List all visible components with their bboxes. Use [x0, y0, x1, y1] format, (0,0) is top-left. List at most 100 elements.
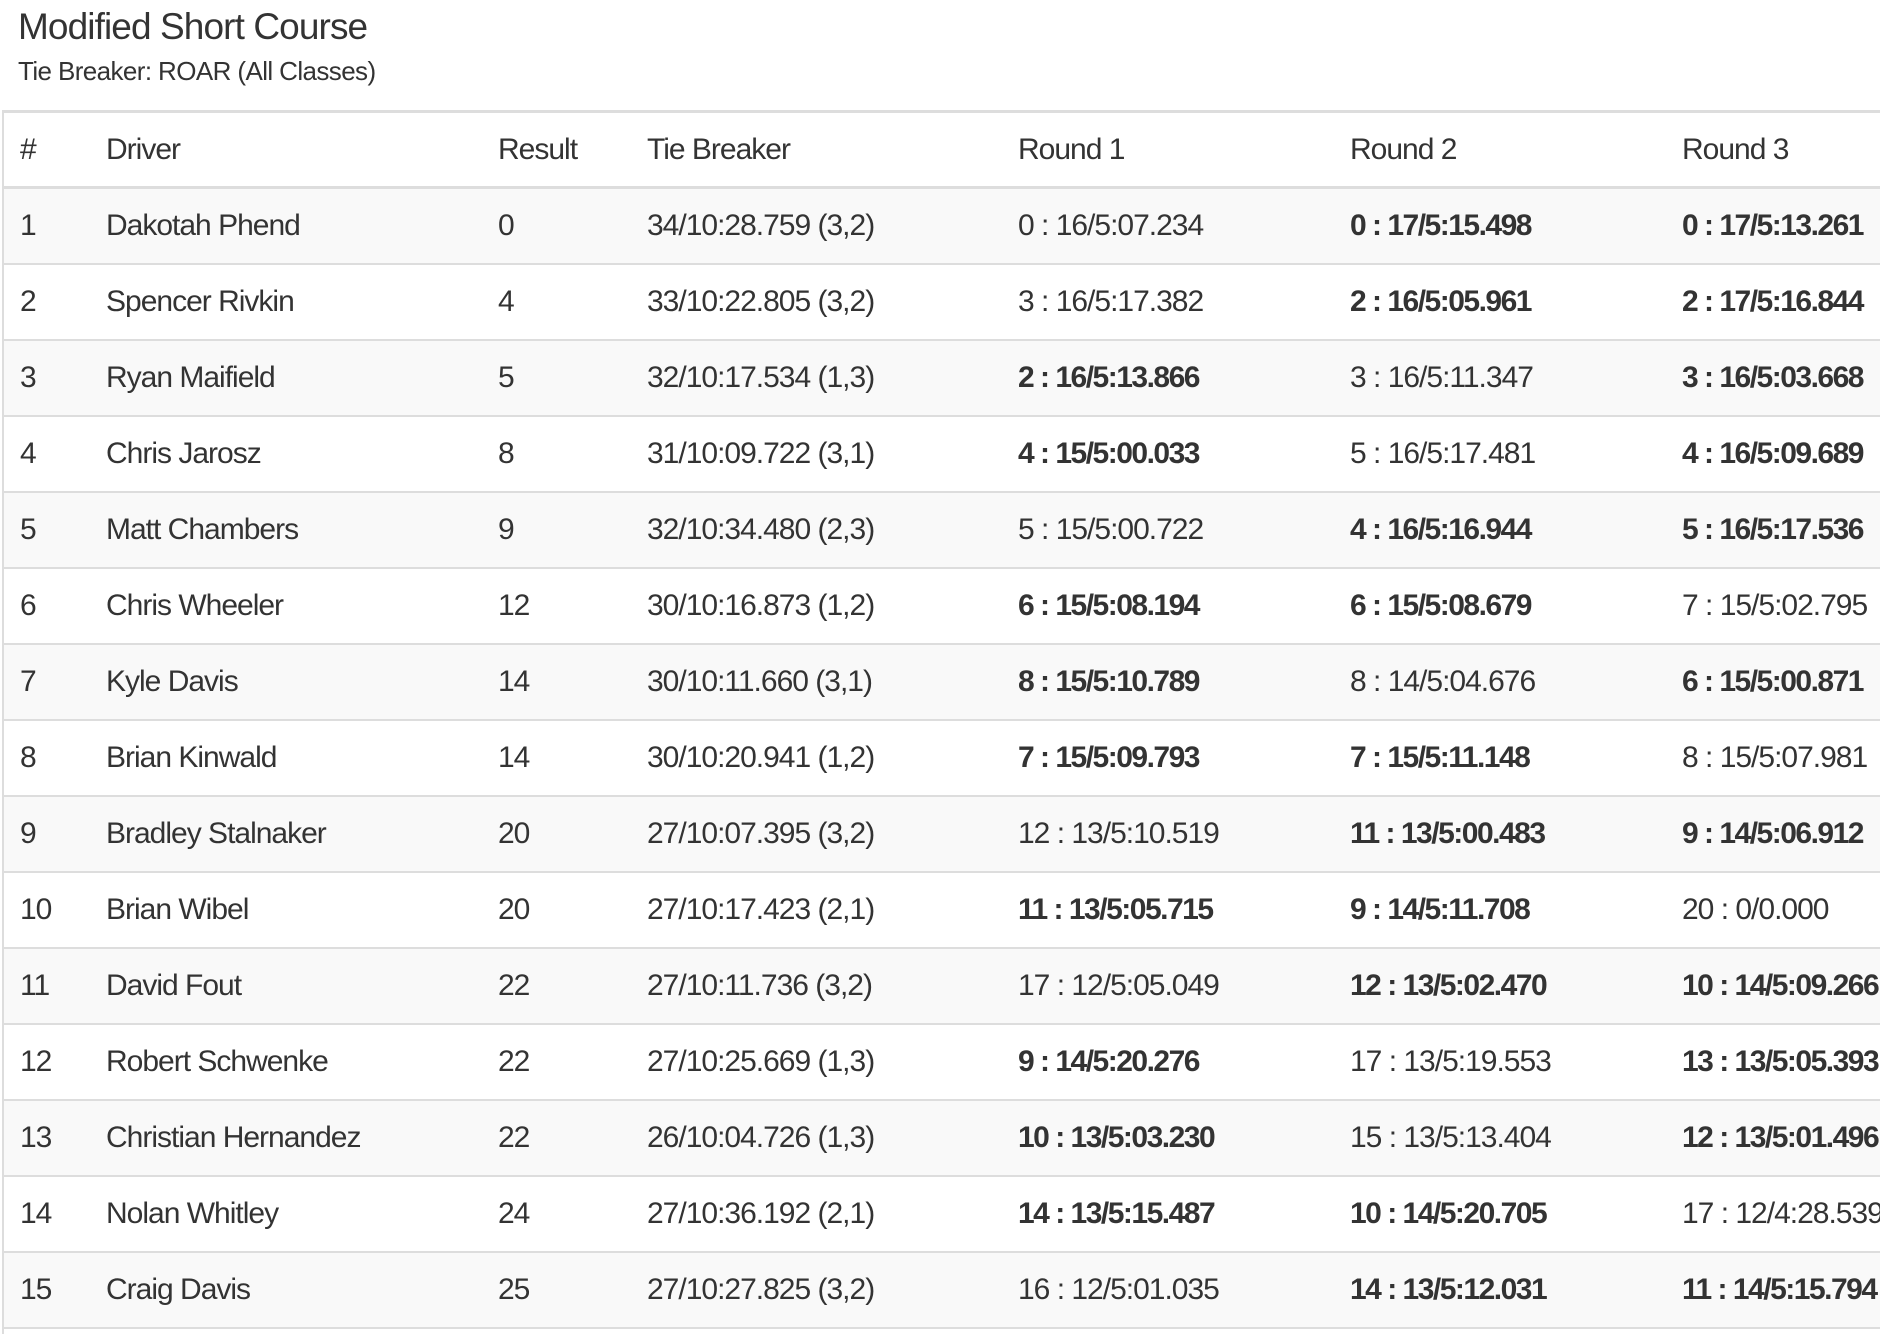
cell-round-2: 4 : 16/5:16.944: [1350, 512, 1532, 546]
table-row: 12 Robert Schwenke 22 27/10:25.669 (1,3) 9 :…: [4, 1023, 1880, 1100]
table-row: 11 David Fout 22 27/10:11.736 (3,2) 17 : 12/…: [4, 947, 1880, 1024]
cell-round-1: 10 : 13/5:03.230: [1018, 1120, 1216, 1154]
cell-position: 13: [20, 1120, 52, 1154]
cell-driver: Chris Wheeler: [106, 588, 284, 622]
cell-result: 25: [498, 1272, 530, 1306]
table-row: 7 Kyle Davis 14 30/10:11.660 (3,1) 8 : 15/5:…: [4, 643, 1880, 720]
cell-round-3: 20 : 0/0.000: [1682, 892, 1829, 926]
tie-breaker-subtitle: Tie Breaker: ROAR (All Classes): [18, 56, 376, 86]
cell-round-3: 6 : 15/5:00.871: [1682, 664, 1864, 698]
cell-result: 4: [498, 284, 515, 318]
cell-round-1: 2 : 16/5:13.866: [1018, 360, 1200, 394]
cell-driver: Ryan Maifield: [106, 360, 276, 394]
column-header-position: #: [20, 132, 37, 166]
cell-driver: Matt Chambers: [106, 512, 299, 546]
cell-round-2: 9 : 14/5:11.708: [1350, 892, 1531, 926]
table-body: 1 Dakotah Phend 0 34/10:28.759 (3,2) 0 : 16/…: [4, 187, 1880, 1328]
cell-position: 5: [20, 512, 37, 546]
cell-round-3: 12 : 13/5:01.496: [1682, 1120, 1880, 1154]
cell-tie-breaker: 32/10:17.534 (1,3): [647, 360, 875, 394]
table-row: 15 Craig Davis 25 27/10:27.825 (3,2) 16 : 12…: [4, 1251, 1880, 1328]
cell-result: 9: [498, 512, 515, 546]
cell-round-3: 9 : 14/5:06.912: [1682, 816, 1864, 850]
column-header-round-2: Round 2: [1350, 132, 1457, 166]
cell-round-1: 11 : 13/5:05.715: [1018, 892, 1214, 926]
cell-round-3: 13 : 13/5:05.393: [1682, 1044, 1880, 1078]
cell-round-1: 8 : 15/5:10.789: [1018, 664, 1200, 698]
cell-result: 22: [498, 968, 530, 1002]
cell-tie-breaker: 27/10:36.192 (2,1): [647, 1196, 875, 1230]
table-row: 6 Chris Wheeler 12 30/10:16.873 (1,2) 6 : 15…: [4, 567, 1880, 644]
table-row: 5 Matt Chambers 9 32/10:34.480 (2,3) 5 : 15/…: [4, 491, 1880, 568]
cell-position: 15: [20, 1272, 52, 1306]
column-header-result: Result: [498, 132, 578, 166]
cell-round-3: 11 : 14/5:15.794: [1682, 1272, 1878, 1306]
cell-tie-breaker: 30/10:11.660 (3,1): [647, 664, 873, 698]
cell-tie-breaker: 27/10:17.423 (2,1): [647, 892, 875, 926]
cell-position: 4: [20, 436, 37, 470]
cell-tie-breaker: 27/10:25.669 (1,3): [647, 1044, 875, 1078]
cell-round-2: 17 : 13/5:19.553: [1350, 1044, 1552, 1078]
cell-driver: Chris Jarosz: [106, 436, 262, 470]
cell-result: 5: [498, 360, 515, 394]
cell-round-1: 4 : 15/5:00.033: [1018, 436, 1200, 470]
table-header: # Driver Result Tie Breaker Round 1 Roun…: [4, 111, 1880, 188]
cell-round-1: 5 : 15/5:00.722: [1018, 512, 1204, 546]
cell-tie-breaker: 27/10:11.736 (3,2): [647, 968, 873, 1002]
table-row: 1 Dakotah Phend 0 34/10:28.759 (3,2) 0 : 16/…: [4, 187, 1880, 264]
cell-driver: David Fout: [106, 968, 242, 1002]
cell-tie-breaker: 26/10:04.726 (1,3): [647, 1120, 875, 1154]
cell-tie-breaker: 30/10:20.941 (1,2): [647, 740, 875, 774]
cell-round-1: 12 : 13/5:10.519: [1018, 816, 1220, 850]
cell-result: 0: [498, 208, 515, 242]
cell-driver: Spencer Rivkin: [106, 284, 295, 318]
cell-round-1: 3 : 16/5:17.382: [1018, 284, 1204, 318]
cell-round-1: 7 : 15/5:09.793: [1018, 740, 1200, 774]
table-row: 9 Bradley Stalnaker 20 27/10:07.395 (3,2) 12…: [4, 795, 1880, 872]
cell-round-3: 7 : 15/5:02.795: [1682, 588, 1868, 622]
cell-tie-breaker: 34/10:28.759 (3,2): [647, 208, 875, 242]
cell-result: 20: [498, 892, 530, 926]
cell-round-1: 17 : 12/5:05.049: [1018, 968, 1220, 1002]
cell-position: 11: [20, 968, 50, 1002]
table-row: 13 Christian Hernandez 22 26/10:04.726 (1,3…: [4, 1099, 1880, 1176]
table-row: 8 Brian Kinwald 14 30/10:20.941 (1,2) 7 : 15…: [4, 719, 1880, 796]
cell-tie-breaker: 33/10:22.805 (3,2): [647, 284, 875, 318]
cell-result: 12: [498, 588, 530, 622]
cell-round-3: 4 : 16/5:09.689: [1682, 436, 1864, 470]
cell-round-3: 5 : 16/5:17.536: [1682, 512, 1864, 546]
cell-driver: Brian Wibel: [106, 892, 249, 926]
cell-round-2: 12 : 13/5:02.470: [1350, 968, 1548, 1002]
cell-round-3: 17 : 12/4:28.539: [1682, 1196, 1880, 1230]
cell-tie-breaker: 31/10:09.722 (3,1): [647, 436, 875, 470]
cell-round-1: 16 : 12/5:01.035: [1018, 1272, 1220, 1306]
cell-position: 6: [20, 588, 37, 622]
cell-round-1: 14 : 13/5:15.487: [1018, 1196, 1216, 1230]
cell-driver: Brian Kinwald: [106, 740, 277, 774]
cell-round-3: 8 : 15/5:07.981: [1682, 740, 1868, 774]
cell-driver: Dakotah Phend: [106, 208, 301, 242]
cell-driver: Craig Davis: [106, 1272, 251, 1306]
cell-position: 8: [20, 740, 37, 774]
cell-driver: Robert Schwenke: [106, 1044, 329, 1078]
cell-driver: Christian Hernandez: [106, 1120, 361, 1154]
cell-round-2: 8 : 14/5:04.676: [1350, 664, 1536, 698]
cell-round-2: 14 : 13/5:12.031: [1350, 1272, 1548, 1306]
cell-round-2: 2 : 16/5:05.961: [1350, 284, 1532, 318]
column-header-round-1: Round 1: [1018, 132, 1125, 166]
results-table-container[interactable]: # Driver Result Tie Breaker Round 1 Roun…: [2, 110, 1880, 1334]
cell-position: 12: [20, 1044, 52, 1078]
column-header-tie-breaker: Tie Breaker: [647, 132, 791, 166]
cell-round-2: 11 : 13/5:00.483: [1350, 816, 1546, 850]
cell-result: 22: [498, 1120, 530, 1154]
cell-round-2: 6 : 15/5:08.679: [1350, 588, 1532, 622]
cell-round-1: 9 : 14/5:20.276: [1018, 1044, 1200, 1078]
cell-result: 22: [498, 1044, 530, 1078]
cell-round-2: 3 : 16/5:11.347: [1350, 360, 1534, 394]
cell-tie-breaker: 32/10:34.480 (2,3): [647, 512, 875, 546]
table-row: 10 Brian Wibel 20 27/10:17.423 (2,1) 11 : 13…: [4, 871, 1880, 948]
table-row: 4 Chris Jarosz 8 31/10:09.722 (3,1) 4 : 15/5…: [4, 415, 1880, 492]
cell-position: 1: [20, 208, 37, 242]
cell-round-2: 5 : 16/5:17.481: [1350, 436, 1536, 470]
cell-round-2: 10 : 14/5:20.705: [1350, 1196, 1548, 1230]
